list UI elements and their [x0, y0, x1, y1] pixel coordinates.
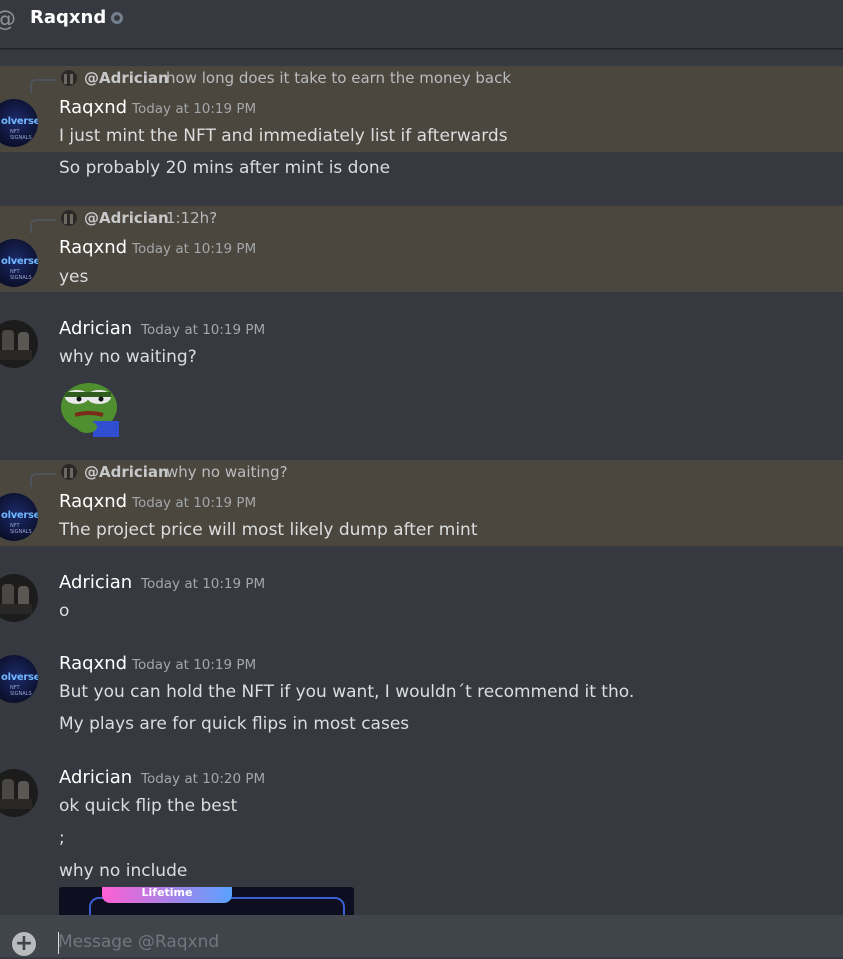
message-timestamp: Today at 10:20 PM [141, 771, 266, 787]
avatar[interactable]: olverse NFT SIGNALS [0, 655, 38, 703]
message-text: o [59, 601, 70, 621]
message-author[interactable]: Raqxnd [59, 97, 127, 118]
image-attachment[interactable]: Lifetime [59, 887, 354, 917]
channel-header: @ Raqxnd [0, 0, 843, 49]
avatar-logo-subtext: NFT SIGNALS [10, 685, 32, 697]
avatar[interactable] [0, 320, 38, 368]
message-timestamp: Today at 10:19 PM [132, 495, 257, 511]
reply-reference[interactable]: @Adrician 1:12h? [0, 208, 700, 233]
reply-text[interactable]: how long does it take to earn the money … [166, 69, 511, 87]
message-text: But you can hold the NFT if you want, I … [59, 682, 635, 702]
reply-mention[interactable]: @Adrician [84, 463, 169, 481]
avatar[interactable] [0, 769, 38, 817]
message-text: My plays are for quick flips in most cas… [59, 714, 410, 734]
reply-spine [30, 473, 56, 487]
message-timestamp: Today at 10:19 PM [132, 241, 257, 257]
reply-spine [30, 219, 56, 233]
message-text: why no waiting? [59, 347, 197, 367]
avatar-logo-text: olverse [1, 116, 38, 127]
avatar-logo-text: olverse [1, 256, 38, 267]
dm-recipient-name[interactable]: Raqxnd [30, 7, 106, 28]
message-text: why no include [59, 861, 188, 881]
lifetime-badge: Lifetime [102, 887, 232, 903]
lifetime-label: Lifetime [141, 887, 193, 899]
message-composer: + [0, 915, 843, 959]
message-author[interactable]: Raqxnd [59, 653, 127, 674]
message-author[interactable]: Raqxnd [59, 237, 127, 258]
pepe-sticker-icon[interactable] [59, 377, 121, 437]
avatar-logo-subtext: NFT SIGNALS [10, 523, 32, 535]
reply-reference[interactable]: @Adrician why no waiting? [0, 462, 700, 487]
reply-reference[interactable]: @Adrician how long does it take to earn … [0, 68, 700, 93]
reply-text[interactable]: why no waiting? [166, 463, 288, 481]
add-attachment-button[interactable]: + [12, 932, 36, 956]
message-text: I just mint the NFT and immediately list… [59, 126, 508, 146]
reply-text[interactable]: 1:12h? [166, 209, 217, 227]
message-author[interactable]: Adrician [59, 572, 132, 593]
message-text: The project price will most likely dump … [59, 520, 478, 540]
reply-mention[interactable]: @Adrician [84, 209, 169, 227]
reply-avatar [61, 210, 77, 226]
message-text: ; [59, 828, 65, 848]
message-text: yes [59, 267, 89, 287]
reply-mention[interactable]: @Adrician [84, 69, 169, 87]
reply-avatar [61, 70, 77, 86]
avatar-logo-text: olverse [1, 510, 38, 521]
at-icon: @ [0, 7, 16, 32]
message-author[interactable]: Adrician [59, 767, 132, 788]
message-text: So probably 20 mins after mint is done [59, 158, 391, 178]
message-input[interactable] [58, 925, 818, 959]
message-author[interactable]: Raqxnd [59, 491, 127, 512]
message-timestamp: Today at 10:19 PM [132, 101, 257, 117]
message-timestamp: Today at 10:19 PM [141, 322, 266, 338]
offline-status-icon [111, 12, 123, 24]
message-timestamp: Today at 10:19 PM [132, 657, 257, 673]
message-timestamp: Today at 10:19 PM [141, 576, 266, 592]
avatar-logo-text: olverse [1, 672, 38, 683]
reply-spine [30, 79, 56, 93]
avatar-logo-subtext: NFT SIGNALS [10, 129, 32, 141]
message-text: ok quick flip the best [59, 796, 238, 816]
avatar-logo-subtext: NFT SIGNALS [10, 269, 32, 281]
reply-avatar [61, 464, 77, 480]
avatar[interactable] [0, 574, 38, 622]
message-author[interactable]: Adrician [59, 318, 132, 339]
